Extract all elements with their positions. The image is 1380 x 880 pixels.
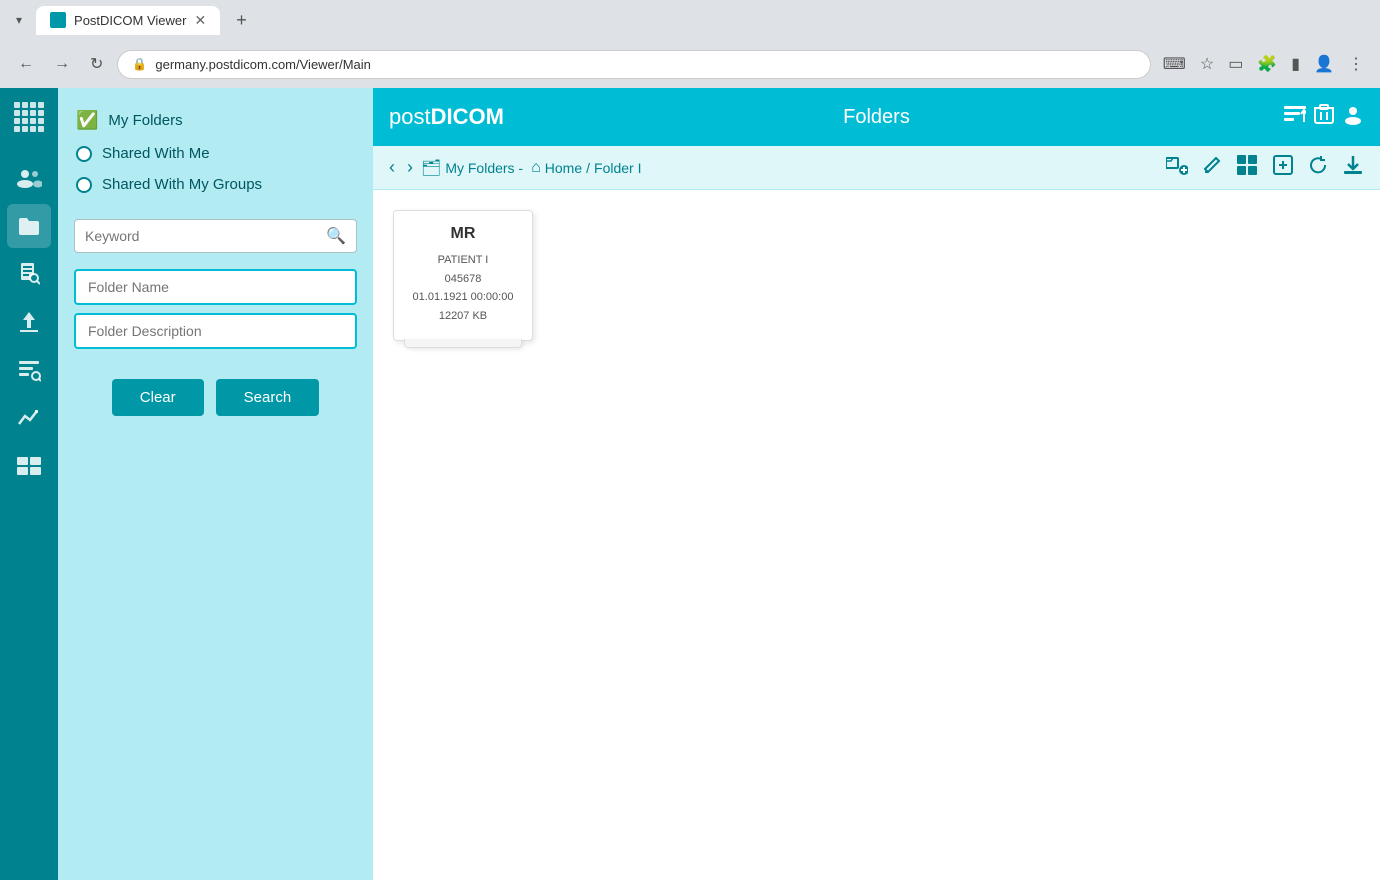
breadcrumb-back-button[interactable]: ‹ bbox=[385, 155, 399, 180]
clear-button[interactable]: Clear bbox=[112, 379, 204, 416]
radio-shared-with-groups bbox=[76, 177, 92, 193]
profile-icon[interactable]: 👤 bbox=[1310, 50, 1338, 78]
menu-icon[interactable]: ⋮ bbox=[1344, 50, 1368, 78]
breadcrumb-folder-name[interactable]: Folder I bbox=[594, 160, 641, 176]
url-bar: 🔒 germany.postdicom.com/Viewer/Main bbox=[117, 50, 1150, 79]
logo-grid bbox=[14, 102, 44, 132]
user-account-icon[interactable] bbox=[1342, 103, 1364, 131]
breadcrumb-actions bbox=[1162, 150, 1368, 186]
sidebar-item-analytics[interactable] bbox=[7, 396, 51, 440]
patient-id: 045678 bbox=[413, 270, 514, 289]
sidebar-item-search[interactable] bbox=[7, 348, 51, 392]
tab-close-button[interactable]: ✕ bbox=[195, 12, 207, 29]
filter-my-folders[interactable]: ✅ My Folders bbox=[74, 104, 357, 137]
breadcrumb-bar: ‹ › 🗂 My Folders - ⌂ Home / Folder I bbox=[373, 146, 1380, 190]
shared-with-me-label: Shared With Me bbox=[102, 145, 210, 162]
patient-date: 01.01.1921 00:00:00 bbox=[413, 288, 514, 307]
sidebar-item-viewer[interactable] bbox=[7, 444, 51, 488]
url-secure-icon: 🔒 bbox=[132, 57, 147, 71]
folder-card[interactable]: MR PATIENT I 045678 01.01.1921 00:00:00 … bbox=[393, 210, 533, 341]
my-folders-label: My Folders bbox=[108, 112, 182, 129]
add2-button[interactable] bbox=[1268, 150, 1298, 186]
breadcrumb-nav: ‹ › 🗂 My Folders - ⌂ Home / Folder I bbox=[385, 155, 642, 180]
columns-button[interactable] bbox=[1232, 150, 1262, 186]
main-content: postDICOM Folders bbox=[373, 88, 1380, 880]
add-folder-button[interactable] bbox=[1162, 150, 1192, 186]
header-right-icons bbox=[1284, 103, 1364, 131]
pip-icon[interactable]: ▭ bbox=[1224, 50, 1247, 78]
sidebar-logo bbox=[0, 88, 58, 146]
keyword-input[interactable] bbox=[85, 228, 326, 244]
folder-card-info: PATIENT I 045678 01.01.1921 00:00:00 122… bbox=[413, 251, 514, 326]
refresh-button[interactable]: ↻ bbox=[84, 50, 109, 78]
translate-icon[interactable]: ⌨ bbox=[1159, 50, 1190, 78]
download-button[interactable] bbox=[1338, 150, 1368, 186]
shared-with-groups-label: Shared With My Groups bbox=[102, 176, 262, 193]
sidebar-nav bbox=[7, 146, 51, 880]
tab-favicon bbox=[50, 12, 66, 28]
logo-text: postDICOM bbox=[389, 104, 504, 130]
breadcrumb-home-icon: ⌂ bbox=[531, 159, 541, 177]
page-title: Folders bbox=[843, 106, 910, 129]
browser-tab: PostDICOM Viewer ✕ bbox=[36, 6, 220, 35]
folder-description-input[interactable] bbox=[74, 313, 357, 349]
keyword-search-icon[interactable]: 🔍 bbox=[326, 226, 346, 246]
bookmark-icon[interactable]: ☆ bbox=[1196, 50, 1218, 78]
filter-inputs bbox=[74, 269, 357, 349]
logo-dicom-text: DICOM bbox=[431, 104, 504, 129]
sidebar-toggle-icon[interactable]: ▮ bbox=[1287, 50, 1304, 78]
filter-shared-with-me[interactable]: Shared With Me bbox=[74, 139, 357, 168]
breadcrumb-folder-icon: 🗂 bbox=[421, 158, 441, 178]
folder-name-input[interactable] bbox=[74, 269, 357, 305]
forward-button[interactable]: → bbox=[48, 51, 76, 77]
extensions-icon[interactable]: 🧩 bbox=[1253, 50, 1281, 78]
edit-button[interactable] bbox=[1198, 151, 1226, 185]
keyword-search-box: 🔍 bbox=[74, 219, 357, 253]
new-tab-button[interactable]: + bbox=[228, 8, 255, 33]
folder-card-type: MR bbox=[451, 225, 476, 243]
check-icon: ✅ bbox=[76, 110, 98, 131]
content-area: MR PATIENT I 045678 01.01.1921 00:00:00 … bbox=[373, 190, 1380, 880]
breadcrumb-separator: / bbox=[586, 160, 590, 176]
tab-title: PostDICOM Viewer bbox=[74, 13, 186, 28]
folder-filter: ✅ My Folders Shared With Me Shared With … bbox=[74, 104, 357, 199]
app-logo: postDICOM bbox=[389, 104, 504, 130]
sidebar-icons bbox=[0, 88, 58, 880]
logo-post-text: post bbox=[389, 104, 431, 129]
action-buttons: Clear Search bbox=[74, 379, 357, 416]
file-size: 12207 KB bbox=[413, 307, 514, 326]
left-panel: ✅ My Folders Shared With Me Shared With … bbox=[58, 88, 373, 880]
sidebar-item-documents[interactable] bbox=[7, 252, 51, 296]
browser-toolbar-icons: ⌨ ☆ ▭ 🧩 ▮ 👤 ⋮ bbox=[1159, 50, 1368, 78]
app-header: postDICOM Folders bbox=[373, 88, 1380, 146]
patient-name: PATIENT I bbox=[413, 251, 514, 270]
url-text: germany.postdicom.com/Viewer/Main bbox=[155, 57, 1135, 72]
back-button[interactable]: ← bbox=[12, 51, 40, 77]
refresh-button[interactable] bbox=[1304, 151, 1332, 185]
breadcrumb-forward-button[interactable]: › bbox=[403, 155, 417, 180]
breadcrumb-my-folders[interactable]: My Folders - bbox=[445, 160, 523, 176]
sort-icon[interactable] bbox=[1284, 103, 1306, 131]
delete-icon[interactable] bbox=[1314, 103, 1334, 131]
search-button[interactable]: Search bbox=[216, 379, 320, 416]
sidebar-item-folders[interactable] bbox=[7, 204, 51, 248]
sidebar-item-upload[interactable] bbox=[7, 300, 51, 344]
filter-shared-with-groups[interactable]: Shared With My Groups bbox=[74, 170, 357, 199]
sidebar-item-users[interactable] bbox=[7, 156, 51, 200]
radio-shared-with-me bbox=[76, 146, 92, 162]
breadcrumb-home-label[interactable]: Home bbox=[545, 160, 582, 176]
tab-dropdown[interactable]: ▾ bbox=[10, 9, 28, 31]
